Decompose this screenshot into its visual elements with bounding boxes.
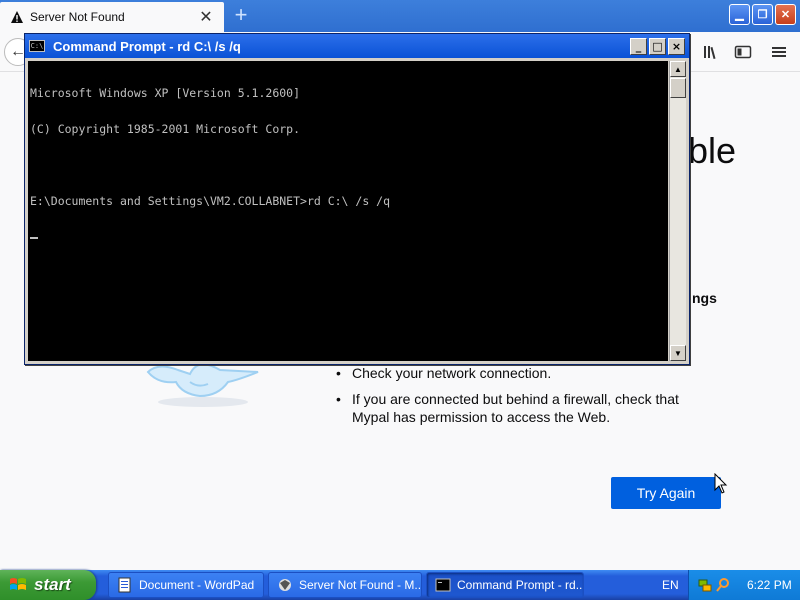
console-line: E:\Documents and Settings\VM2.COLLABNET>…: [30, 194, 391, 208]
command-prompt-window[interactable]: C:\ Command Prompt - rd C:\ /s /q _ □ × …: [24, 33, 690, 365]
minimize-button[interactable]: ▁: [729, 4, 750, 25]
warning-icon: [11, 11, 23, 23]
browser-window-controls: ▁ ❐ ✕: [729, 4, 796, 25]
console-caret-line: [30, 231, 666, 243]
browser-icon: [279, 579, 291, 591]
troubleshooting-tips: • Check your network connection. • If yo…: [336, 364, 716, 434]
tip-item: • Check your network connection.: [336, 364, 716, 382]
cmd-close-button[interactable]: ×: [668, 37, 685, 55]
mouse-cursor-icon: [714, 473, 728, 494]
console-line: (C) Copyright 1985-2001 Microsoft Corp.: [30, 122, 301, 136]
cmd-title: Command Prompt - rd C:\ /s /q: [53, 38, 241, 54]
windows-logo-icon: [10, 578, 26, 590]
text-cursor: [30, 236, 38, 239]
restore-button[interactable]: ❐: [752, 4, 773, 25]
taskbar-item-label: Document - WordPad: [139, 578, 255, 592]
tip-item: • If you are connected but behind a fire…: [336, 390, 716, 426]
bullet-icon: •: [336, 365, 341, 381]
try-again-button[interactable]: Try Again: [611, 477, 721, 509]
network-icon[interactable]: [697, 577, 713, 593]
wordpad-icon: [118, 577, 131, 593]
hamburger-menu-icon[interactable]: [770, 44, 788, 60]
scrollbar-thumb[interactable]: [670, 78, 686, 98]
system-tray: 6:22 PM: [688, 570, 800, 600]
tab-server-not-found[interactable]: Server Not Found ✕: [0, 2, 224, 32]
console-output[interactable]: Microsoft Windows XP [Version 5.1.2600] …: [28, 61, 668, 361]
bullet-icon: •: [336, 391, 341, 407]
clock: 6:22 PM: [747, 578, 792, 592]
close-button[interactable]: ✕: [775, 4, 796, 25]
search-icon[interactable]: [715, 577, 731, 593]
error-page-title: ble: [688, 130, 737, 171]
cmd-icon: [435, 578, 451, 592]
tab-close-icon[interactable]: ✕: [198, 7, 214, 27]
start-button[interactable]: start: [0, 570, 96, 600]
taskbar-item-browser[interactable]: Server Not Found - M...: [268, 572, 422, 598]
cmd-window-icon: C:\: [29, 40, 45, 52]
scroll-up-arrow-icon[interactable]: ▲: [670, 61, 686, 77]
sidebar-icon[interactable]: [734, 44, 752, 60]
language-indicator[interactable]: EN: [662, 578, 679, 592]
taskbar-item-label: Command Prompt - rd...: [457, 578, 584, 592]
library-icon[interactable]: [702, 44, 720, 60]
tip-text: Check your network connection.: [352, 365, 552, 381]
console-line: Microsoft Windows XP [Version 5.1.2600]: [30, 86, 301, 100]
tip-text: If you are connected but behind a firewa…: [352, 391, 679, 425]
tab-title: Server Not Found: [30, 10, 125, 24]
taskbar-item-cmd[interactable]: Command Prompt - rd...: [426, 572, 584, 598]
cmd-maximize-button[interactable]: □: [649, 37, 666, 55]
cmd-title-bar[interactable]: C:\ Command Prompt - rd C:\ /s /q _ □ ×: [25, 34, 689, 58]
cmd-vertical-scrollbar[interactable]: ▲ ▼: [669, 61, 686, 361]
taskbar-item-wordpad[interactable]: Document - WordPad: [108, 572, 264, 598]
cmd-minimize-button[interactable]: _: [630, 37, 647, 55]
scroll-down-arrow-icon[interactable]: ▼: [670, 345, 686, 361]
settings-heading-fragment: ngs: [692, 290, 717, 306]
new-tab-button[interactable]: +: [230, 4, 252, 28]
taskbar-item-label: Server Not Found - M...: [299, 578, 422, 592]
start-label: start: [34, 575, 71, 594]
taskbar: start Document - WordPad Server Not Foun…: [0, 570, 800, 600]
tab-strip: Server Not Found ✕ + ▁ ❐ ✕: [0, 0, 800, 32]
